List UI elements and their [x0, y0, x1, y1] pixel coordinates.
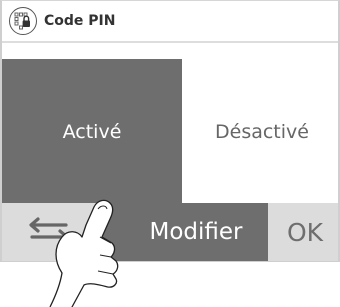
page-title: Code PIN — [44, 13, 116, 29]
back-button[interactable] — [2, 203, 100, 261]
modify-button-label: Modifier — [149, 219, 243, 245]
device-screen: Code PIN Activé Désactivé Modifier OK — [0, 0, 340, 262]
bottom-bar: Modifier OK — [2, 203, 338, 261]
back-arrow-icon — [29, 217, 69, 245]
header: Code PIN — [2, 1, 338, 43]
option-inactive[interactable]: Désactivé — [182, 59, 338, 204]
option-active[interactable]: Activé — [2, 59, 182, 204]
ok-button-label: OK — [286, 217, 324, 247]
ok-button[interactable]: OK — [268, 203, 338, 261]
option-active-label: Activé — [62, 120, 122, 143]
option-inactive-label: Désactivé — [215, 120, 309, 143]
pin-lock-icon — [9, 7, 37, 35]
modify-button[interactable]: Modifier — [100, 203, 268, 261]
